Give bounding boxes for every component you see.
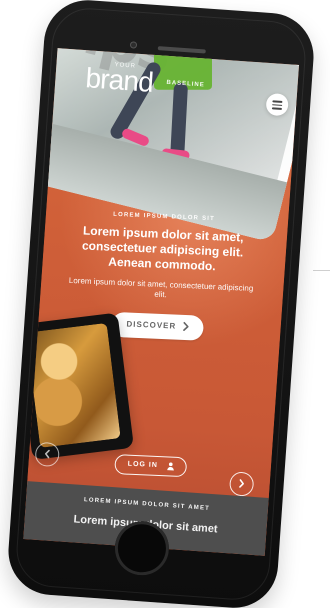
menu-icon-line-1 [272, 100, 283, 103]
menu-icon-line-2 [272, 103, 283, 106]
chevron-right-icon [239, 479, 244, 488]
chevron-left-icon [44, 449, 50, 459]
login-button[interactable]: LOG IN [114, 454, 188, 478]
chevron-right-icon [183, 321, 189, 331]
discover-button-label: DISCOVER [126, 319, 177, 331]
device-stage: Tips YOUR brand BASELINE LOREM IPSUM DOL… [0, 0, 330, 608]
brand-name: brand [84, 62, 155, 98]
tablet-photo [26, 322, 121, 448]
discover-button[interactable]: DISCOVER [110, 311, 204, 341]
side-divider-line [313, 270, 330, 271]
user-icon [167, 462, 174, 471]
menu-icon-line-3 [271, 107, 282, 110]
app-screen: Tips YOUR brand BASELINE LOREM IPSUM DOL… [23, 48, 300, 556]
camera-icon [129, 41, 138, 49]
footer-eyebrow: LOREM IPSUM DOLOR SIT AMET [83, 497, 211, 512]
tablet-image-card [23, 312, 134, 460]
speaker-grill [157, 46, 206, 54]
phone-frame: Tips YOUR brand BASELINE LOREM IPSUM DOL… [5, 0, 317, 608]
hero-copy: LOREM IPSUM DOLOR SIT Lorem ipsum dolor … [66, 210, 258, 304]
hero-headline: Lorem ipsum dolor sit amet, consectetuer… [81, 223, 244, 274]
login-button-label: LOG IN [127, 460, 158, 469]
